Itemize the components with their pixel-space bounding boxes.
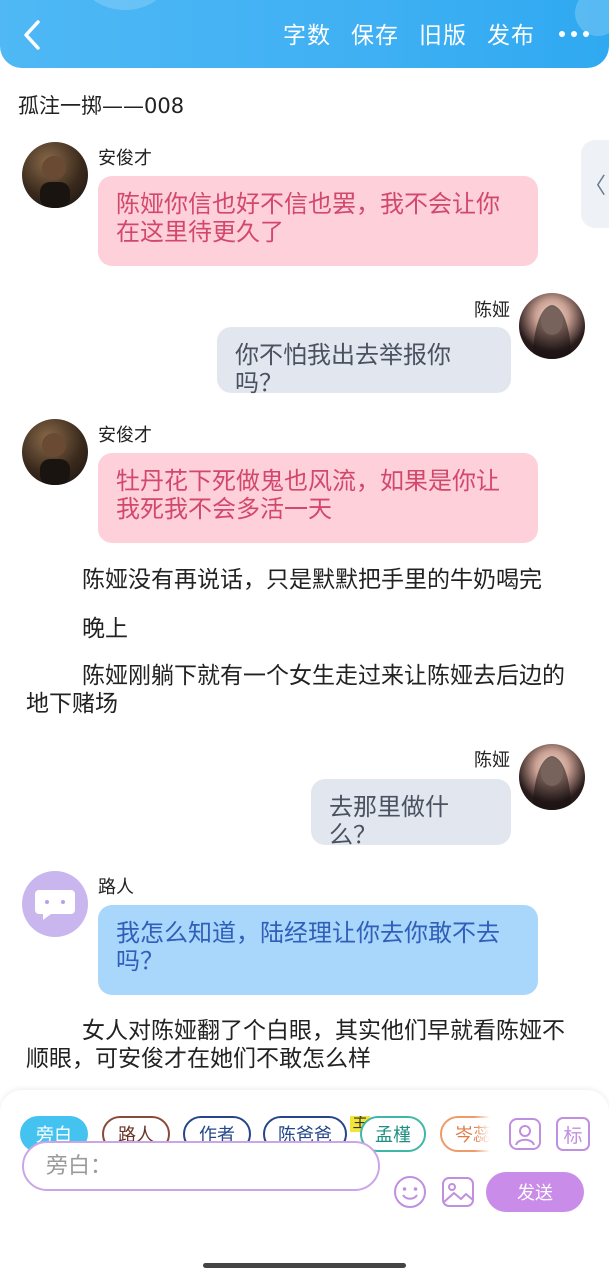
narration-text[interactable]: 陈娅刚躺下就有一个女生走过来让陈娅去后边的地下赌场 — [26, 662, 586, 718]
avatar[interactable] — [519, 744, 585, 810]
send-button[interactable]: 发送 — [486, 1172, 584, 1212]
avatar[interactable] — [519, 293, 585, 359]
avatar[interactable] — [22, 871, 88, 937]
message-bubble[interactable]: 我怎么知道，陆经理让你去你敢不去吗？ — [98, 905, 538, 995]
message-input[interactable] — [22, 1141, 380, 1191]
emoji-icon[interactable] — [392, 1174, 428, 1210]
more-dots-icon[interactable] — [559, 29, 589, 37]
save-button[interactable]: 保存 — [351, 16, 399, 50]
word-count-button[interactable]: 字数 — [283, 16, 331, 50]
avatar[interactable] — [22, 419, 88, 485]
speaker-name: 安俊才 — [98, 148, 152, 169]
user-card-icon[interactable] — [508, 1117, 542, 1151]
message-bubble[interactable]: 你不怕我出去举报你吗？ — [217, 327, 511, 397]
narration-text[interactable]: 女人对陈娅翻了个白眼，其实他们早就看陈娅不顺眼，可安俊才在她们不敢怎么样 — [26, 1017, 586, 1073]
side-panel-handle[interactable]: 〈 — [581, 140, 609, 228]
chevron-left-icon: 〈 — [583, 174, 606, 199]
tag-icon-label: 标 — [563, 1124, 583, 1147]
top-actions: 字数 保存 旧版 发布 — [263, 16, 589, 50]
speaker-name: 陈娅 — [474, 300, 510, 321]
narration-text[interactable]: 晚上 — [82, 615, 128, 643]
avatar-image — [40, 156, 70, 208]
image-icon[interactable] — [440, 1174, 476, 1210]
decorative-bubble — [80, 0, 170, 10]
message-bubble[interactable]: 陈娅你信也好不信也罢，我不会让你在这里待更久了 — [98, 176, 538, 266]
top-bar: 字数 保存 旧版 发布 — [0, 0, 609, 68]
speaker-name: 陈娅 — [474, 750, 510, 771]
chat-bubble-icon — [35, 890, 75, 920]
home-indicator — [203, 1263, 406, 1268]
publish-button[interactable]: 发布 — [487, 16, 535, 50]
narration-text[interactable]: 陈娅没有再说话，只是默默把手里的牛奶喝完 — [82, 566, 542, 594]
avatar[interactable] — [22, 142, 88, 208]
chevron-left-icon — [24, 20, 40, 50]
old-version-button[interactable]: 旧版 — [419, 16, 467, 50]
scroll-fade — [474, 1116, 490, 1156]
avatar-image — [533, 756, 571, 810]
tag-icon[interactable]: 标 — [556, 1117, 590, 1151]
speaker-name: 安俊才 — [98, 425, 152, 446]
message-bubble[interactable]: 去那里做什么？ — [311, 779, 511, 849]
avatar-image — [533, 305, 571, 359]
back-button[interactable] — [18, 18, 48, 52]
message-bubble[interactable]: 牡丹花下死做鬼也风流，如果是你让我死我不会多活一天 — [98, 453, 538, 543]
page-title: 孤注一掷——008 — [18, 94, 185, 118]
avatar-image — [40, 433, 70, 485]
speaker-name: 路人 — [98, 877, 134, 898]
